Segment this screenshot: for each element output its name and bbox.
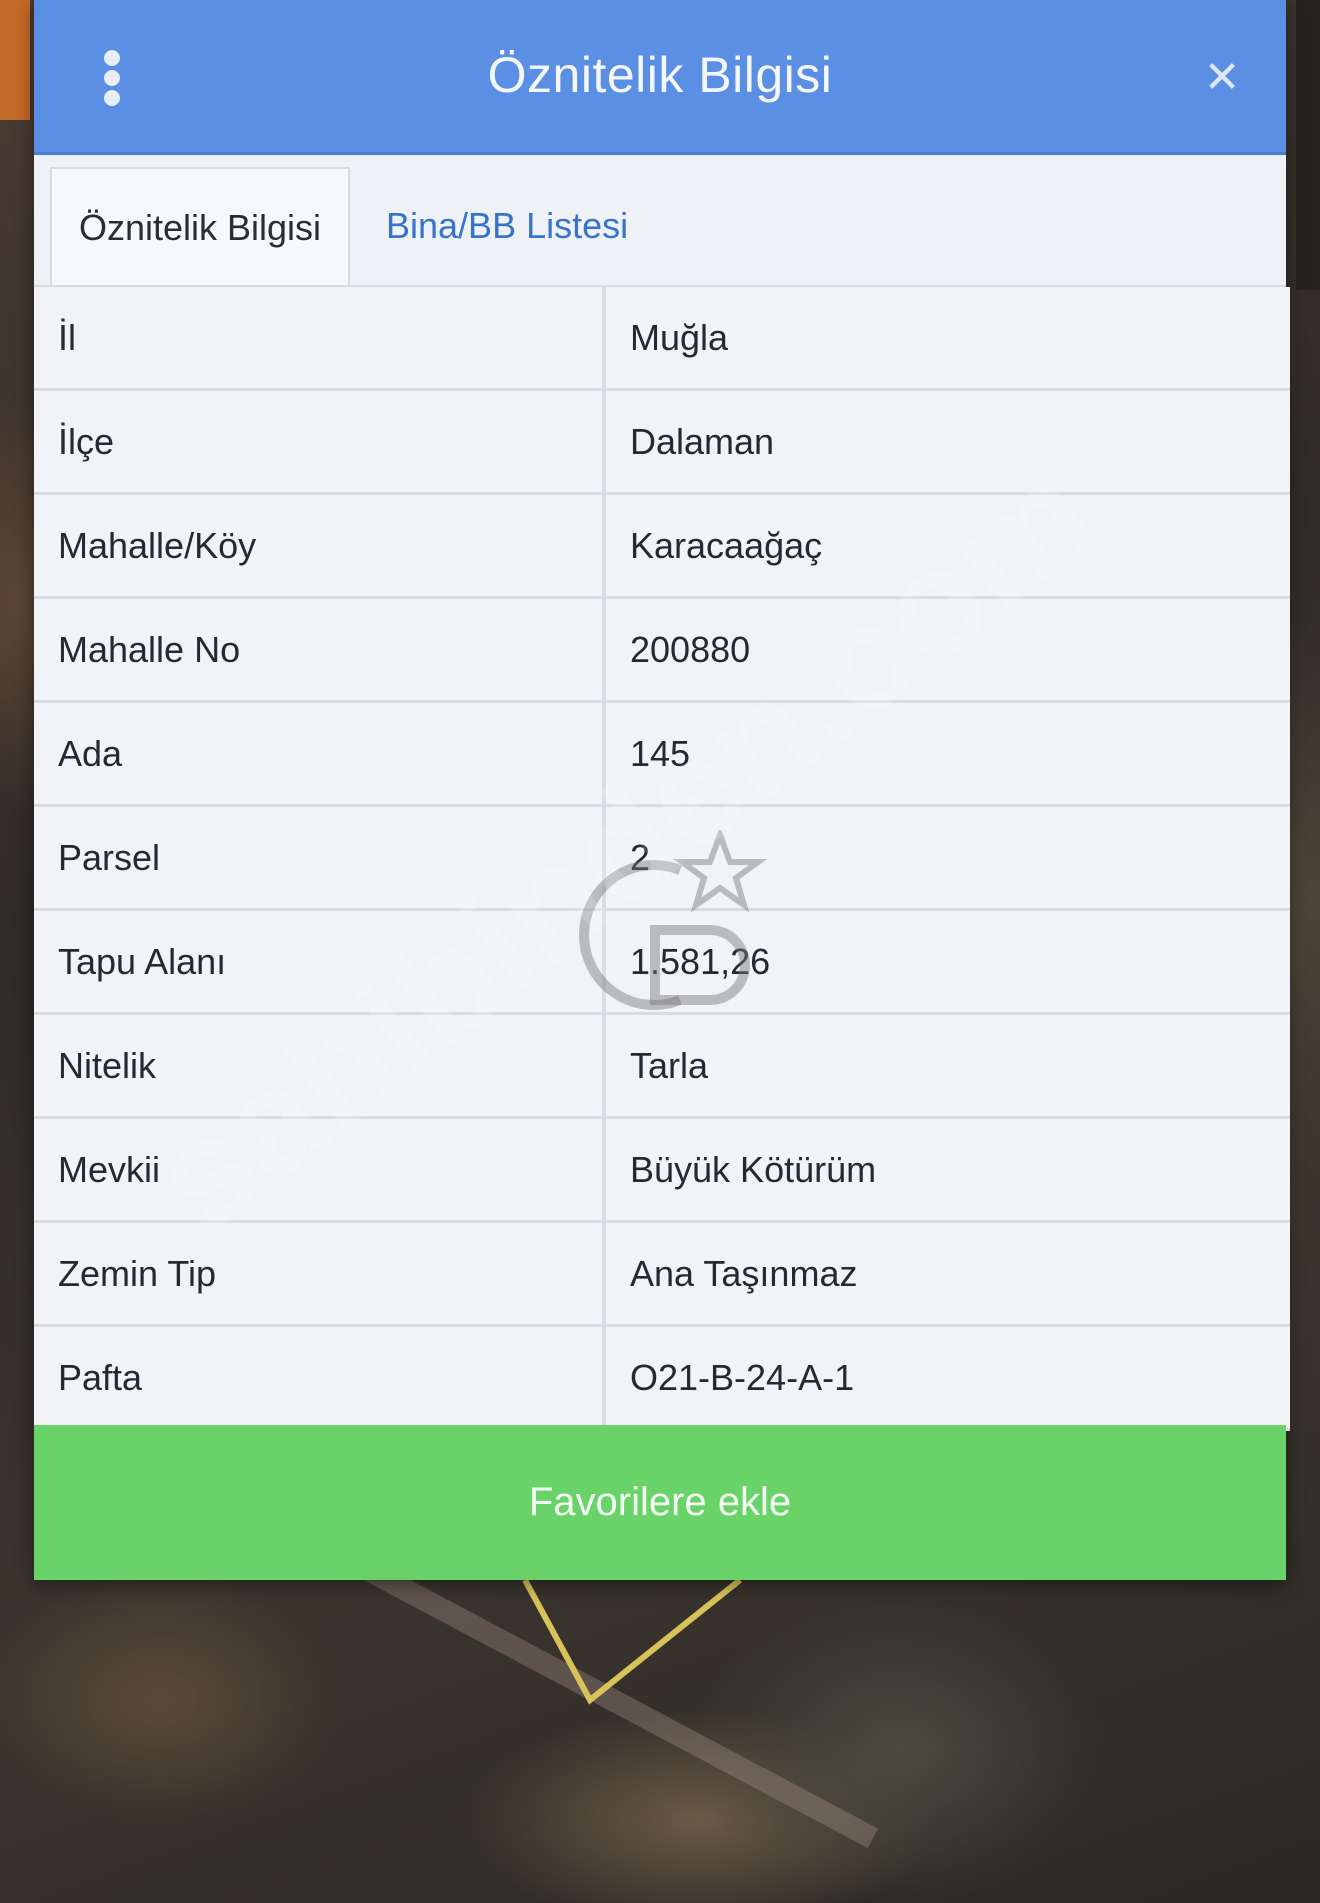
table-row: Tapu Alanı 1.581,26	[34, 909, 1290, 1015]
row-label: Mahalle No	[34, 597, 606, 703]
tab-attribute-info[interactable]: Öznitelik Bilgisi	[50, 167, 350, 285]
row-value: 145	[604, 701, 1290, 807]
table-row: Mahalle No 200880	[34, 597, 1290, 703]
row-value: Ana Taşınmaz	[604, 1221, 1290, 1327]
row-value: 200880	[604, 597, 1290, 703]
row-label: Pafta	[34, 1325, 606, 1431]
row-value: 2	[604, 805, 1290, 911]
table-row: Nitelik Tarla	[34, 1013, 1290, 1119]
tab-building-list[interactable]: Bina/BB Listesi	[386, 167, 628, 285]
close-icon[interactable]: ✕	[1200, 56, 1244, 100]
row-value: 1.581,26	[604, 909, 1290, 1015]
add-to-favorites-button[interactable]: Favorilere ekle	[34, 1425, 1286, 1580]
attribute-info-dialog: Öznitelik Bilgisi ✕ Öznitelik Bilgisi Bi…	[34, 0, 1290, 1580]
row-value: Karacaağaç	[604, 493, 1290, 599]
table-row: Mevkii Büyük Kötürüm	[34, 1117, 1290, 1223]
table-row: İlçe Dalaman	[34, 389, 1290, 495]
row-label: Tapu Alanı	[34, 909, 606, 1015]
table-row: Parsel 2	[34, 805, 1290, 911]
dialog-title: Öznitelik Bilgisi	[487, 47, 833, 103]
tab-bar: Öznitelik Bilgisi Bina/BB Listesi	[34, 155, 1286, 287]
table-row: Pafta O21-B-24-A-1	[34, 1325, 1290, 1431]
parcel-boundary-line	[522, 1577, 742, 1705]
table-row: Mahalle/Köy Karacaağaç	[34, 493, 1290, 599]
row-label: Mevkii	[34, 1117, 606, 1223]
row-label: İlçe	[34, 389, 606, 495]
dialog-header: Öznitelik Bilgisi ✕	[34, 0, 1286, 155]
row-label: Mahalle/Köy	[34, 493, 606, 599]
row-value: Muğla	[604, 287, 1290, 391]
row-label: Ada	[34, 701, 606, 807]
row-value: Tarla	[604, 1013, 1290, 1119]
row-value: O21-B-24-A-1	[604, 1325, 1290, 1431]
table-row: Ada 145	[34, 701, 1290, 807]
row-value: Büyük Kötürüm	[604, 1117, 1290, 1223]
row-label: İl	[34, 287, 606, 391]
table-row: Zemin Tip Ana Taşınmaz	[34, 1221, 1290, 1327]
row-label: Zemin Tip	[34, 1221, 606, 1327]
attribute-table: İl Muğla İlçe Dalaman Mahalle/Köy Karaca…	[34, 287, 1290, 1431]
row-label: Nitelik	[34, 1013, 606, 1119]
row-value: Dalaman	[604, 389, 1290, 495]
table-row: İl Muğla	[34, 287, 1290, 391]
row-label: Parsel	[34, 805, 606, 911]
